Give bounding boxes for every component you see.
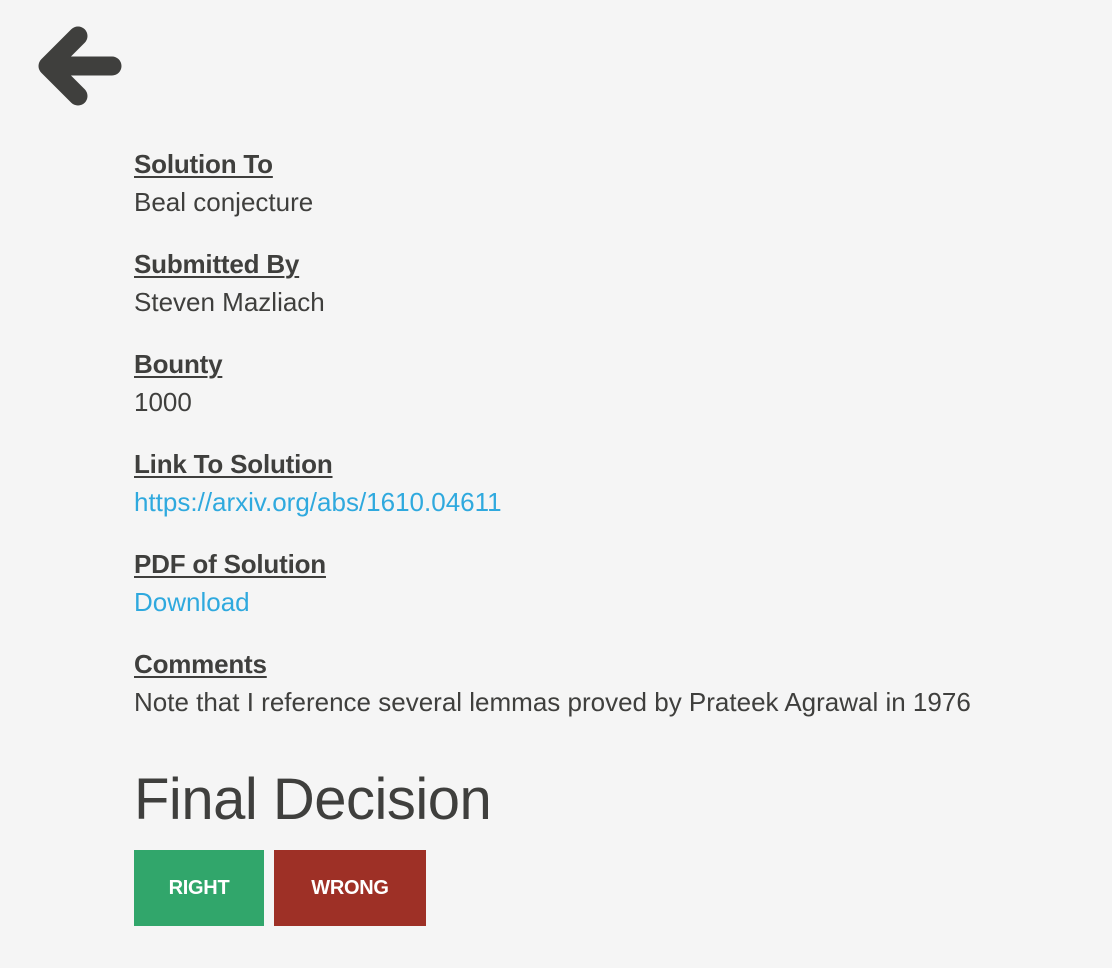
wrong-button[interactable]: WRONG xyxy=(274,850,426,926)
right-button[interactable]: RIGHT xyxy=(134,850,264,926)
solution-link[interactable]: https://arxiv.org/abs/1610.04611 xyxy=(134,482,1094,522)
bounty-value: 1000 xyxy=(134,387,192,417)
solution-to-value: Beal conjecture xyxy=(134,187,314,217)
submitted-by-value: Steven Mazliach xyxy=(134,287,325,317)
arrow-left-icon xyxy=(36,26,122,112)
decision-buttons: RIGHT WRONG xyxy=(134,850,426,926)
field-pdf-of-solution: PDF of Solution Download xyxy=(134,546,1094,646)
bounty-label: Bounty xyxy=(134,349,223,379)
comments-value: Note that I reference several lemmas pro… xyxy=(134,687,971,717)
field-comments: Comments Note that I reference several l… xyxy=(134,646,1094,746)
field-bounty: Bounty 1000 xyxy=(134,346,1094,446)
comments-label: Comments xyxy=(134,649,267,679)
solution-details: Solution To Beal conjecture Submitted By… xyxy=(134,146,1094,746)
final-decision-heading: Final Decision xyxy=(134,767,492,832)
back-button[interactable] xyxy=(36,26,122,112)
download-link[interactable]: Download xyxy=(134,582,1094,622)
solution-to-label: Solution To xyxy=(134,149,273,179)
field-submitted-by: Submitted By Steven Mazliach xyxy=(134,246,1094,346)
link-to-solution-label: Link To Solution xyxy=(134,449,333,479)
field-link-to-solution: Link To Solution https://arxiv.org/abs/1… xyxy=(134,446,1094,546)
field-solution-to: Solution To Beal conjecture xyxy=(134,146,1094,246)
pdf-of-solution-label: PDF of Solution xyxy=(134,549,326,579)
submitted-by-label: Submitted By xyxy=(134,249,300,279)
